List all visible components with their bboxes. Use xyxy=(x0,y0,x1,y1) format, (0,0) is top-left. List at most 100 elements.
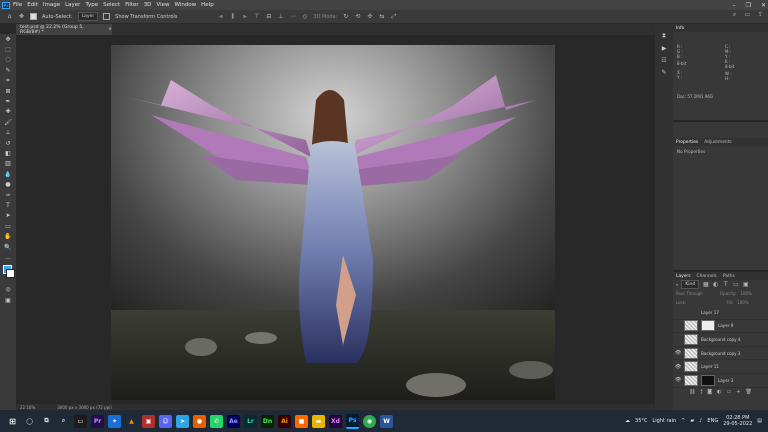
photoshop-taskbar-icon[interactable]: Ps xyxy=(346,413,359,429)
menu-edit[interactable]: Edit xyxy=(27,2,38,8)
search-app-icon[interactable]: ⌕ xyxy=(57,415,70,428)
screen-mode-icon[interactable]: ▣ xyxy=(0,295,16,305)
close-tab-icon[interactable]: × xyxy=(108,27,112,32)
zoom-level[interactable]: 22.16% xyxy=(20,405,35,410)
dimension-icon[interactable]: Lr xyxy=(244,414,257,428)
filter-shape-icon[interactable]: ▭ xyxy=(732,281,739,288)
blur-tool-icon[interactable]: 💧 xyxy=(0,169,16,179)
after-effects-icon[interactable]: Ae xyxy=(227,414,240,428)
orange-app-icon[interactable]: ■ xyxy=(295,414,308,428)
task-view-icon[interactable]: ⧉ xyxy=(40,415,53,428)
rectangle-tool-icon[interactable]: ▭ xyxy=(0,221,16,231)
actions-icon[interactable]: ▶ xyxy=(655,42,673,54)
dodge-tool-icon[interactable]: ● xyxy=(0,179,16,189)
clock[interactable]: 02:28 PM 29-05-2022 xyxy=(723,415,752,427)
libraries-icon[interactable]: ☷ xyxy=(655,54,673,66)
layer-row[interactable]: 👁 Background copy 3 xyxy=(673,347,768,361)
blend-mode-dropdown[interactable]: Pass Through xyxy=(676,291,716,296)
background-color[interactable] xyxy=(6,268,15,278)
word-icon[interactable]: W xyxy=(380,414,393,428)
zoom-tool-icon[interactable]: 🔍 xyxy=(0,242,16,252)
media-app-icon[interactable]: ▣ xyxy=(142,414,155,428)
telegram-icon[interactable]: ➤ xyxy=(176,414,189,428)
history-brush-tool-icon[interactable]: ↺ xyxy=(0,138,16,148)
fx-icon[interactable]: ƒ xyxy=(701,389,703,395)
share-icon[interactable]: ⇪ xyxy=(757,11,764,18)
menu-select[interactable]: Select xyxy=(103,2,120,8)
opacity-value[interactable]: 100% xyxy=(740,291,751,296)
delete-layer-icon[interactable]: 🗑 xyxy=(745,389,751,395)
auto-select-dropdown[interactable]: Layer xyxy=(77,12,99,21)
align-right-icon[interactable]: ⫸ xyxy=(241,13,248,20)
layer-row[interactable]: 👁 Layer 3 xyxy=(673,374,768,388)
tab-channels[interactable]: Channels xyxy=(697,274,717,279)
more-tools-icon[interactable]: … xyxy=(0,252,16,262)
file-explorer-icon[interactable]: ▭ xyxy=(74,414,87,428)
path-select-tool-icon[interactable]: ➤ xyxy=(0,211,16,221)
filter-type-icon[interactable]: T xyxy=(722,281,729,288)
link-layers-icon[interactable]: ⛓ xyxy=(689,389,695,395)
layer-row[interactable]: Layer 17 xyxy=(673,306,768,320)
tab-info[interactable]: Info xyxy=(676,26,684,31)
eraser-tool-icon[interactable]: ◧ xyxy=(0,148,16,158)
eye-icon[interactable]: 👁 xyxy=(675,350,681,356)
tab-layers[interactable]: Layers xyxy=(676,274,691,279)
align-top-icon[interactable]: ⊤ xyxy=(253,13,260,20)
menu-filter[interactable]: Filter xyxy=(125,2,139,8)
auto-select-checkbox[interactable] xyxy=(30,13,37,20)
layer-row[interactable]: Background copy 4 xyxy=(673,333,768,347)
move-tool-icon[interactable]: ✥ xyxy=(0,34,16,44)
whatsapp-icon[interactable]: ✆ xyxy=(210,414,223,428)
orbit-icon[interactable]: ↻ xyxy=(342,13,349,20)
notifications-icon[interactable]: ▤ xyxy=(757,418,762,424)
menu-3d[interactable]: 3D xyxy=(144,2,152,8)
tab-properties[interactable]: Properties xyxy=(676,140,698,145)
move-tool-icon[interactable]: ✥ xyxy=(18,13,25,20)
quick-select-tool-icon[interactable]: ✎ xyxy=(0,65,16,75)
menu-file[interactable]: File xyxy=(13,2,22,8)
transform-controls-checkbox[interactable] xyxy=(103,13,111,20)
frame-tool-icon[interactable]: ⊠ xyxy=(0,86,16,96)
tab-adjustments[interactable]: Adjustments xyxy=(704,140,732,145)
document-tab[interactable]: test.psd @ 22.2% (Group 5, RGB/8#) * × xyxy=(16,24,112,35)
illustrator-icon[interactable]: Ai xyxy=(278,414,291,428)
clone-stamp-tool-icon[interactable]: ⊥ xyxy=(0,128,16,138)
type-tool-icon[interactable]: T xyxy=(0,200,16,210)
weather-icon[interactable]: ☁ xyxy=(625,418,630,424)
cortana-icon[interactable]: ◯ xyxy=(23,415,36,428)
workspace-icon[interactable]: ▭ xyxy=(744,11,751,18)
filter-adjust-icon[interactable]: ◐ xyxy=(712,281,719,288)
new-group-icon[interactable]: ▭ xyxy=(727,389,732,395)
tab-paths[interactable]: Paths xyxy=(723,274,735,279)
premiere-icon[interactable]: Pr xyxy=(91,414,104,428)
volume-icon[interactable]: ♪ xyxy=(699,418,702,424)
distribute-icon[interactable]: ⋯ xyxy=(289,13,296,20)
healing-brush-tool-icon[interactable]: ✚ xyxy=(0,107,16,117)
add-mask-icon[interactable]: ◙ xyxy=(707,389,712,395)
xd-icon[interactable]: Xd xyxy=(329,414,342,428)
discord-icon[interactable]: ☺ xyxy=(159,414,172,428)
eye-icon[interactable]: 👁 xyxy=(675,364,681,370)
menu-image[interactable]: Image xyxy=(43,2,60,8)
marquee-tool-icon[interactable]: ⬚ xyxy=(0,44,16,54)
layer-filter-dropdown[interactable]: Kind xyxy=(681,280,700,289)
fill-value[interactable]: 100% xyxy=(737,300,748,305)
firefox-icon[interactable]: ● xyxy=(193,414,206,428)
eye-icon[interactable]: 👁 xyxy=(675,377,681,383)
folder-app-icon[interactable]: ✦ xyxy=(108,414,121,428)
home-icon[interactable]: ⌂ xyxy=(6,13,13,20)
hand-tool-icon[interactable]: ✋ xyxy=(0,231,16,241)
vlc-icon[interactable]: ▲ xyxy=(125,415,138,428)
filter-pixel-icon[interactable]: ▦ xyxy=(702,281,709,288)
align-left-icon[interactable]: ⫷ xyxy=(217,13,224,20)
start-icon[interactable]: ⊞ xyxy=(6,415,19,428)
color-swatches[interactable] xyxy=(0,263,16,285)
filter-smart-icon[interactable]: ▣ xyxy=(742,281,749,288)
roll-icon[interactable]: ⟲ xyxy=(354,13,361,20)
search-icon[interactable]: ⌕ xyxy=(731,11,738,18)
chrome-icon[interactable]: ◉ xyxy=(363,414,376,428)
network-icon[interactable]: ▰ xyxy=(690,418,694,424)
menu-window[interactable]: Window xyxy=(174,2,196,8)
pen-tool-icon[interactable]: ✑ xyxy=(0,190,16,200)
align-middle-icon[interactable]: ⊟ xyxy=(265,13,272,20)
